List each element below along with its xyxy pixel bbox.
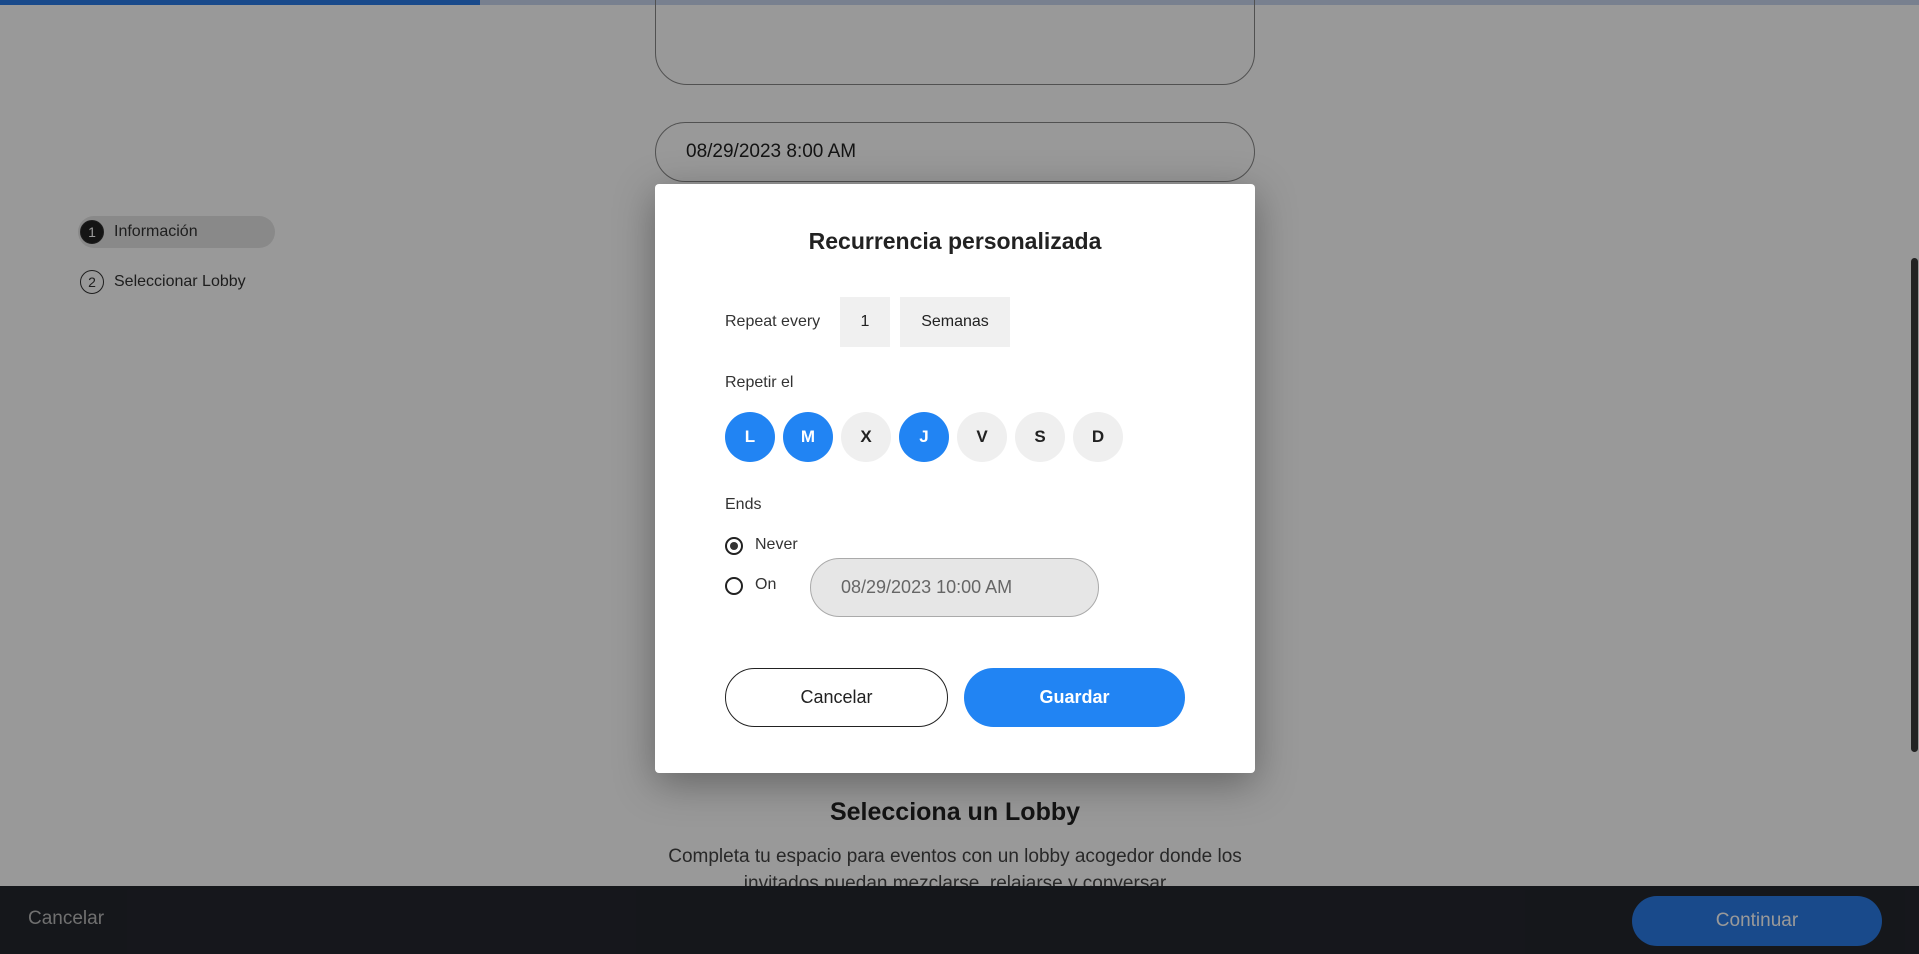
on-label: On [755,576,777,593]
day-toggle-D[interactable]: D [1073,412,1123,462]
dialog-title: Recurrencia personalizada [808,228,1102,254]
repeat-unit-select[interactable]: Semanas [900,297,1010,347]
never-label: Never [755,536,798,553]
repeat-every-label: Repeat every [725,313,821,330]
scrollbar-thumb[interactable] [1911,258,1918,752]
on-radio[interactable] [725,577,743,595]
save-button[interactable]: Guardar [964,668,1185,727]
cancel-button[interactable]: Cancelar [725,668,948,727]
end-date-input[interactable]: 08/29/2023 10:00 AM [810,558,1099,617]
day-toggle-S[interactable]: S [1015,412,1065,462]
repeat-count-input[interactable]: 1 [840,297,890,347]
day-toggle-M[interactable]: M [783,412,833,462]
custom-recurrence-dialog: Recurrencia personalizada Repeat every 1… [655,184,1255,773]
day-toggle-X[interactable]: X [841,412,891,462]
repeat-on-label: Repetir el [725,374,794,391]
day-toggle-J[interactable]: J [899,412,949,462]
never-radio[interactable] [725,537,743,555]
ends-label: Ends [725,496,762,513]
day-toggle-V[interactable]: V [957,412,1007,462]
day-toggle-L[interactable]: L [725,412,775,462]
